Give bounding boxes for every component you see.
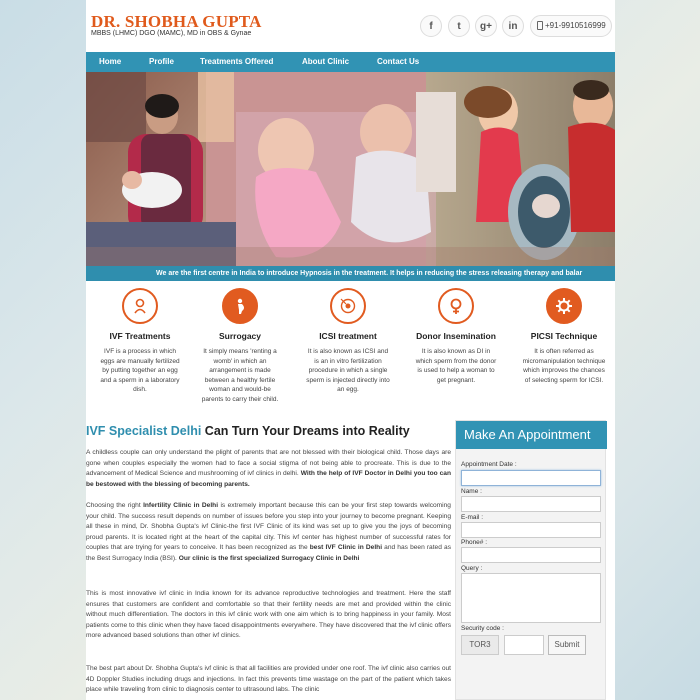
hero-slider[interactable] [86,72,615,266]
paragraph-2: Choosing the right Infertility Clinic in… [86,501,451,564]
page-container: DR. SHOBHA GUPTA MBBS (LHMC) DGO (MAMC),… [86,0,615,700]
feature-text: It is also known as DI in which sperm fr… [415,348,497,384]
google-plus-icon[interactable]: g+ [475,15,497,37]
twitter-icon[interactable]: t [448,15,470,37]
paragraph-bold: Our clinic is the first specialized Surr… [178,554,360,562]
main-nav: Home Profile Treatments Offered About Cl… [86,52,615,72]
feature-text: It simply means 'renting a womb' in whic… [201,348,279,403]
baby-icon [122,288,158,324]
query-label: Query : [461,565,483,572]
title-highlight: IVF Specialist Delhi [86,424,202,438]
treatment-features: IVF Treatments IVF is a process in which… [86,286,615,418]
phone-icon [537,21,543,31]
nav-contact-us[interactable]: Contact Us [377,52,419,72]
date-label: Appointment Date : [461,461,517,468]
paragraph-text: Choosing the right [86,502,141,509]
feature-text: It is often referred as micromanipulatio… [522,348,606,384]
feature-title: ICSI treatment [319,331,377,341]
feature-title: PICSI Technique [530,331,598,341]
feature-text: IVF is a process in which eggs are manua… [100,348,180,393]
captcha-image: TOR3 [461,635,499,655]
email-label: E-mail : [461,514,484,521]
female-symbol-icon [438,288,474,324]
captcha-input[interactable] [504,635,544,655]
name-input[interactable] [461,496,601,512]
nav-treatments[interactable]: Treatments Offered [200,52,273,72]
feature-text: It is also known as ICSI and is an in vi… [306,348,390,393]
appointment-date-input[interactable] [461,470,601,486]
appointment-title: Make An Appointment [456,421,607,449]
phone-label: Phone# : [461,539,488,546]
submit-button[interactable]: Submit [548,635,586,655]
paragraph-1: A childless couple can only understand t… [86,448,451,490]
nav-profile[interactable]: Profile [149,52,174,72]
gear-icon [546,288,582,324]
linkedin-icon[interactable]: in [502,15,524,37]
name-label: Name : [461,488,482,495]
announcement-ticker: We are the first centre in India to intr… [86,266,615,281]
paragraph-4: The best part about Dr. Shobha Gupta's i… [86,664,451,696]
title-rest: Can Turn Your Dreams into Reality [201,424,410,438]
nav-home[interactable]: Home [99,52,121,72]
phone-input[interactable] [461,547,601,563]
feature-title: Surrogacy [218,331,262,341]
paragraph-text: The best part about Dr. Shobha Gupta's i… [86,665,451,693]
page-title: IVF Specialist Delhi Can Turn Your Dream… [86,424,410,438]
doctor-qualifications: MBBS (LHMC) DGO (MAMC), MD in OBS & Gyna… [91,30,252,37]
facebook-icon[interactable]: f [420,15,442,37]
site-header: DR. SHOBHA GUPTA MBBS (LHMC) DGO (MAMC),… [86,0,615,48]
phone-number[interactable]: +91-9910516999 [530,15,612,37]
paragraph-link[interactable]: Infertility Clinic in Delhi [143,502,218,509]
paragraph-link[interactable]: best IVF Clinic in Delhi [310,544,382,551]
paragraph-text: This is most innovative ivf clinic in In… [86,590,451,639]
site-logo[interactable]: DR. SHOBHA GUPTA [91,12,262,32]
egg-icon [330,288,366,324]
phone-text: +91-9910516999 [545,21,606,30]
ticker-text: We are the first centre in India to intr… [156,270,583,277]
appointment-form: Make An Appointment Appointment Date : N… [455,420,607,700]
feature-title: Donor Insemination [416,331,496,341]
security-label: Security code : [461,625,504,632]
pregnancy-icon [222,288,258,324]
email-input[interactable] [461,522,601,538]
nav-about-clinic[interactable]: About Clinic [302,52,349,72]
paragraph-3: This is most innovative ivf clinic in In… [86,589,451,642]
hero-image [86,72,615,266]
query-textarea[interactable] [461,573,601,623]
feature-title: IVF Treatments [109,331,171,341]
